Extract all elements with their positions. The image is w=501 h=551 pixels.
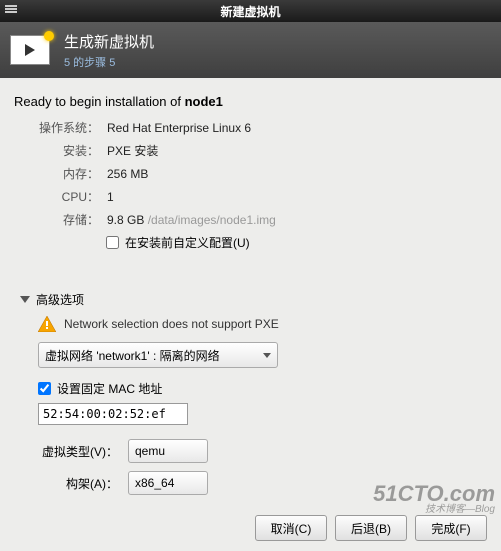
customize-checkbox[interactable] [106, 236, 119, 249]
mac-address-input[interactable] [38, 403, 188, 425]
storage-path: /data/images/node1.img [148, 213, 276, 227]
chevron-down-icon [263, 353, 271, 358]
memory-value: 256 MB [107, 167, 148, 181]
wizard-content: Ready to begin installation of node1 操作系… [0, 78, 501, 551]
arch-select[interactable]: x86_64 [128, 471, 208, 495]
pxe-warning: Network selection does not support PXE [38, 316, 487, 332]
advanced-title: 高级选项 [36, 291, 84, 308]
cancel-button[interactable]: 取消(C) [255, 515, 327, 541]
ready-line: Ready to begin installation of node1 [14, 94, 487, 109]
install-label: 安装： [34, 142, 99, 159]
finish-button[interactable]: 完成(F) [415, 515, 487, 541]
vm-name: node1 [185, 94, 223, 109]
os-label: 操作系统： [34, 119, 99, 136]
arch-label: 构架(A)： [38, 475, 118, 492]
os-value: Red Hat Enterprise Linux 6 [107, 121, 251, 135]
mac-fixed-label: 设置固定 MAC 地址 [57, 380, 162, 397]
wizard-footer: 取消(C) 后退(B) 完成(F) [255, 515, 487, 541]
vm-icon [10, 35, 50, 65]
back-button[interactable]: 后退(B) [335, 515, 407, 541]
customize-label: 在安装前自定义配置(U) [125, 234, 250, 251]
window-title: 新建虚拟机 [220, 3, 280, 20]
install-value: PXE 安装 [107, 142, 158, 159]
chevron-down-icon [20, 296, 30, 303]
memory-label: 内存： [34, 165, 99, 182]
window-menu-icon[interactable] [4, 2, 18, 16]
virt-type-select[interactable]: qemu [128, 439, 208, 463]
advanced-toggle[interactable]: 高级选项 [20, 291, 487, 308]
wizard-step: 5 的步骤 5 [64, 54, 154, 70]
cpu-value: 1 [107, 190, 114, 204]
wizard-title: 生成新虚拟机 [64, 31, 154, 52]
warning-icon [38, 316, 56, 332]
spec-table: 操作系统： Red Hat Enterprise Linux 6 安装： PXE 安… [34, 119, 487, 228]
window-titlebar: 新建虚拟机 [0, 0, 501, 22]
mac-fixed-checkbox[interactable] [38, 382, 51, 395]
wizard-header: 生成新虚拟机 5 的步骤 5 [0, 22, 501, 78]
storage-value: 9.8 GB /data/images/node1.img [107, 213, 276, 227]
network-select[interactable]: 虚拟网络 'network1' : 隔离的网络 [38, 342, 278, 368]
cpu-label: CPU： [34, 188, 99, 205]
storage-label: 存储： [34, 211, 99, 228]
virt-type-label: 虚拟类型(V)： [38, 443, 118, 460]
